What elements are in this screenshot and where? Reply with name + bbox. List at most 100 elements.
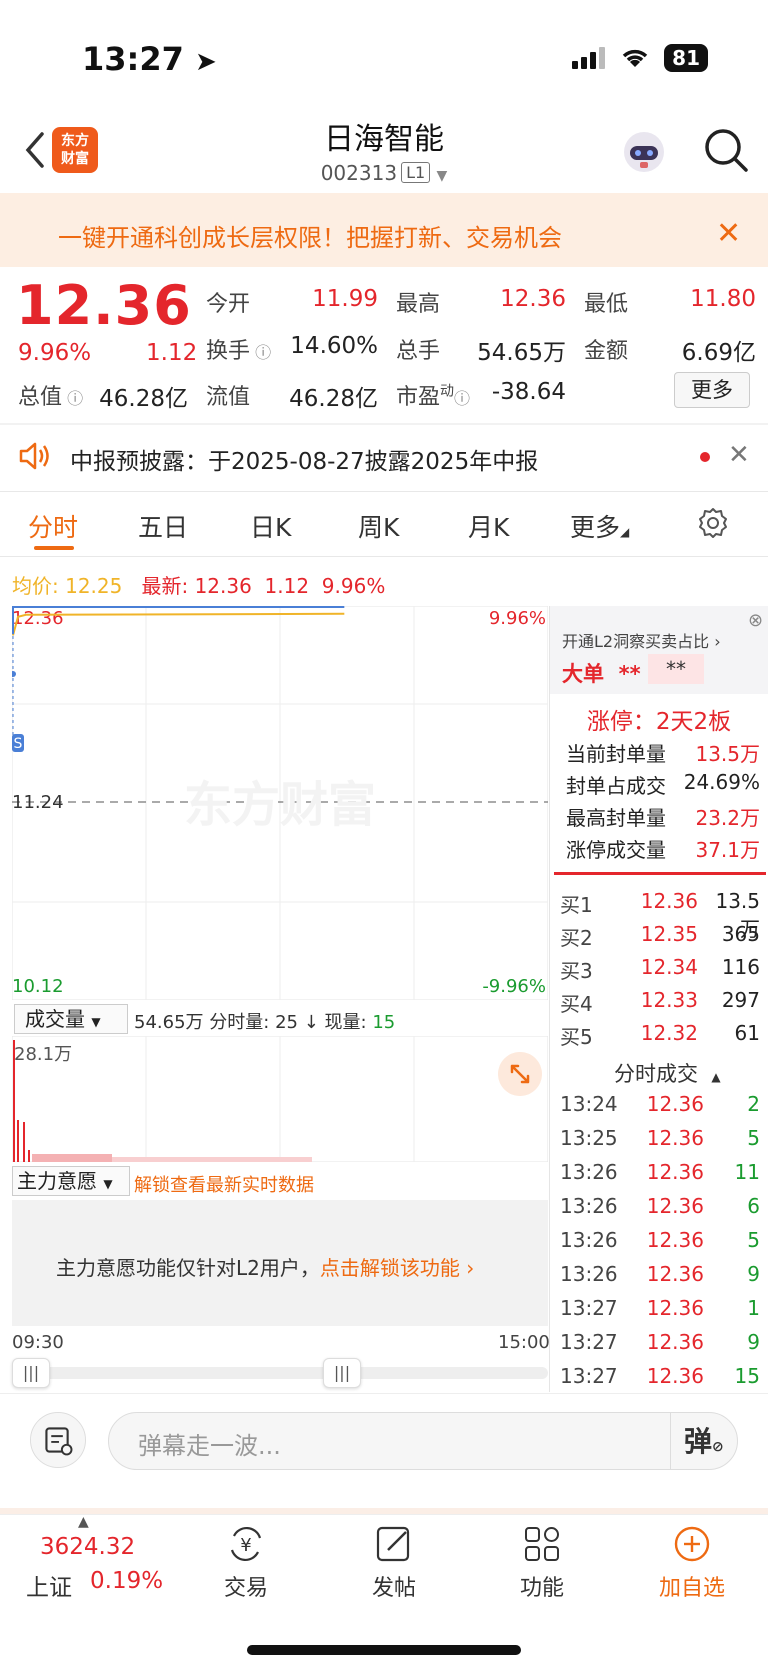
plus-circle-icon	[674, 1526, 710, 1562]
trade-row: 13:26 12.36 11	[560, 1160, 760, 1184]
divider	[0, 491, 768, 492]
float-label: 流值	[206, 385, 251, 410]
time-axis-start: 09:30	[12, 1332, 64, 1353]
amount-label: 金额	[584, 339, 629, 364]
volume-bar	[28, 1150, 30, 1162]
volume-selector[interactable]: 成交量 ▼	[14, 1004, 128, 1034]
index-change[interactable]: 0.19%	[90, 1568, 163, 1594]
high-value: 12.36	[500, 286, 566, 312]
trade-row: 13:27 12.36 9	[560, 1330, 760, 1354]
tab-five-day[interactable]: 五日	[138, 508, 188, 544]
caret-down-icon: ▼	[103, 1177, 113, 1191]
expand-icon[interactable]	[498, 1052, 542, 1096]
status-time: 13:27 ➤	[82, 40, 217, 78]
search-icon[interactable]	[702, 126, 750, 174]
promo-banner-text[interactable]: 一键开通科创成长层权限！把握打新、交易机会	[58, 218, 562, 253]
note-settings-icon[interactable]	[30, 1412, 86, 1468]
main-force-message: 主力意愿功能仅针对L2用户，点击解锁该功能 ›	[56, 1256, 475, 1280]
open-label: 今开	[206, 292, 251, 317]
trade-row: 13:27 12.36 15	[560, 1364, 760, 1388]
trade-row: 13:27 12.36 1	[560, 1296, 760, 1320]
unread-dot	[700, 452, 710, 462]
l2-promo-text[interactable]: 开通L2洞察买卖占比 ›	[562, 628, 721, 652]
info-icon[interactable]: ⓘ	[250, 343, 271, 362]
index-value[interactable]: 3624.32	[40, 1534, 135, 1560]
high-label: 最高	[396, 292, 441, 317]
level-badge: L1	[401, 162, 431, 183]
volume-bar	[17, 1120, 19, 1162]
main-force-selector[interactable]: 主力意愿 ▼	[12, 1166, 130, 1196]
nav-post[interactable]: 发帖	[344, 1524, 444, 1602]
down-arrow-icon: ↓	[303, 1012, 319, 1033]
robot-assistant-icon[interactable]	[620, 128, 668, 176]
time-range-slider[interactable]	[14, 1367, 548, 1379]
expand-up-icon[interactable]: ▲	[78, 1514, 89, 1530]
tab-daily-k[interactable]: 日K	[250, 508, 291, 544]
unlock-realtime-link[interactable]: 解锁查看最新实时数据	[134, 1171, 314, 1197]
unlock-feature-link[interactable]: 点击解锁该功能 ›	[320, 1256, 474, 1280]
turnover-label: 换手 ⓘ	[206, 339, 272, 364]
status-indicators: 81	[572, 44, 708, 72]
trade-row: 13:26 12.36 6	[560, 1194, 760, 1218]
divider	[0, 556, 768, 557]
order-book-row: 买2 12.35 365	[560, 922, 760, 950]
volume-chart[interactable]	[12, 1036, 548, 1162]
volume-bar-cluster	[32, 1154, 112, 1162]
y-axis-bottom: 10.12	[12, 976, 64, 997]
active-tab-indicator	[34, 546, 74, 550]
info-icon[interactable]: ⓘ	[454, 389, 470, 408]
more-button[interactable]: 更多	[674, 372, 750, 408]
slider-handle-right[interactable]: |||	[323, 1358, 361, 1388]
chevron-right-icon: ›	[466, 1256, 475, 1280]
yuan-exchange-icon: ¥	[230, 1526, 262, 1562]
trade-row: 13:26 12.36 5	[560, 1228, 760, 1252]
chart-watermark: 东方财富	[184, 777, 376, 833]
tab-monthly-k[interactable]: 月K	[468, 508, 509, 544]
mktcap-label: 总值 ⓘ	[18, 385, 84, 410]
index-name[interactable]: 上证	[26, 1568, 72, 1602]
info-icon[interactable]: ⓘ	[62, 389, 83, 408]
home-indicator[interactable]	[247, 1645, 521, 1655]
low-label: 最低	[584, 292, 629, 317]
tab-weekly-k[interactable]: 周K	[358, 508, 399, 544]
low-value: 11.80	[690, 286, 756, 312]
nav-functions[interactable]: 功能	[492, 1524, 592, 1602]
danmaku-placeholder: 弹幕走一波...	[138, 1432, 281, 1460]
trade-row: 13:26 12.36 9	[560, 1262, 760, 1286]
volume-label: 总手	[396, 339, 441, 364]
slider-handle-left[interactable]: |||	[12, 1358, 50, 1388]
announcement-text[interactable]: 中报预披露：于2025-08-27披露2025年中报	[70, 442, 538, 476]
divider	[0, 1393, 768, 1394]
intraday-chart[interactable]: 东方财富 12.36 11.24 10.12 9.96% -9.96% S	[12, 606, 548, 1000]
danmaku-toggle-button[interactable]: 弹⊘	[684, 1420, 726, 1462]
order-book-row: 买3 12.34 116	[560, 955, 760, 983]
nav-add-watchlist[interactable]: 加自选	[642, 1524, 742, 1602]
close-icon[interactable]: ⊗	[748, 610, 763, 631]
tab-intraday[interactable]: 分时	[28, 508, 78, 544]
turnover-value: 14.60%	[290, 333, 378, 359]
seal-row: 封单占成交 24.69%	[566, 770, 760, 798]
price-summary-line: 均价: 12.25 最新: 12.36 1.12 9.96%	[12, 574, 386, 598]
svg-text:¥: ¥	[240, 1535, 251, 1556]
open-value: 11.99	[312, 286, 378, 312]
nav-trade[interactable]: ¥ 交易	[196, 1524, 296, 1602]
edit-icon	[376, 1526, 410, 1562]
disabled-icon: ⊘	[712, 1439, 724, 1455]
trade-row: 13:25 12.36 5	[560, 1126, 760, 1150]
grid-icon	[525, 1527, 559, 1561]
pct-axis-bottom: -9.96%	[482, 976, 546, 997]
close-icon[interactable]: ✕	[716, 216, 741, 251]
close-icon[interactable]: ✕	[728, 440, 750, 470]
amount-value: 6.69亿	[681, 340, 756, 366]
stock-code: 002313	[320, 161, 398, 185]
pe-label: 市盈动ⓘ	[396, 383, 471, 410]
caret-icon: ◢	[620, 525, 630, 539]
gear-icon[interactable]	[696, 506, 730, 540]
big-order-label: 大单 **	[562, 662, 641, 686]
trades-header[interactable]: 分时成交 ▲	[614, 1058, 721, 1088]
tab-more[interactable]: 更多◢	[570, 508, 629, 544]
time-axis-end: 15:00	[498, 1332, 550, 1353]
price-start-dot	[12, 671, 16, 677]
mktcap-value: 46.28亿	[99, 386, 188, 412]
order-book-row: 买4 12.33 297	[560, 988, 760, 1016]
